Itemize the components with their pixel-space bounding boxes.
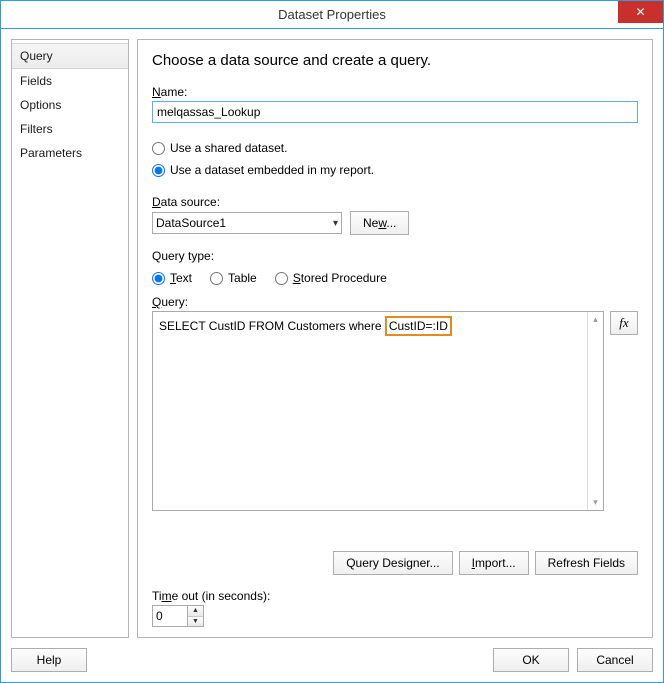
querytype-sp-input[interactable] — [275, 272, 288, 285]
datasource-dropdown[interactable]: DataSource1 ▾ — [152, 212, 342, 234]
timeout-label: Time out (in seconds): — [152, 589, 638, 603]
dialog-body: Query Fields Options Filters Parameters … — [1, 29, 663, 682]
sidebar-item-label: Query — [20, 49, 53, 63]
query-content: SELECT CustID FROM Customers where CustI… — [153, 312, 587, 510]
name-input[interactable] — [152, 101, 638, 123]
sidebar-item-options[interactable]: Options — [12, 93, 128, 117]
sidebar-item-label: Fields — [20, 74, 52, 88]
close-icon: ✕ — [635, 5, 645, 19]
query-label: Query: — [152, 295, 638, 309]
cancel-button[interactable]: Cancel — [577, 648, 653, 672]
spin-down-icon[interactable]: ▼ — [188, 617, 203, 627]
page-headline: Choose a data source and create a query. — [152, 52, 638, 69]
sidebar-item-fields[interactable]: Fields — [12, 69, 128, 93]
titlebar: Dataset Properties ✕ — [1, 1, 663, 29]
radio-embedded-dataset[interactable]: Use a dataset embedded in my report. — [152, 163, 638, 177]
dialog-window: Dataset Properties ✕ Query Fields Option… — [0, 0, 664, 683]
name-label: Name: — [152, 85, 638, 99]
chevron-down-icon: ▾ — [333, 218, 338, 229]
timeout-input[interactable] — [153, 606, 187, 626]
querytype-table-input[interactable] — [210, 272, 223, 285]
querytype-sp-label: Stored Procedure — [293, 271, 387, 285]
ok-button[interactable]: OK — [493, 648, 569, 672]
query-text-highlight: CustID=:ID — [385, 316, 452, 336]
sidebar-item-label: Options — [20, 98, 61, 112]
sidebar-item-label: Parameters — [20, 146, 82, 160]
spin-up-icon[interactable]: ▲ — [188, 606, 203, 617]
querytype-text-input[interactable] — [152, 272, 165, 285]
scroll-up-icon: ▴ — [593, 314, 598, 325]
query-textarea[interactable]: SELECT CustID FROM Customers where CustI… — [152, 311, 604, 511]
new-datasource-button[interactable]: New... — [350, 211, 409, 235]
main-panel: Choose a data source and create a query.… — [137, 39, 653, 638]
querytype-table-label: Table — [228, 271, 257, 285]
querytype-text[interactable]: Text — [152, 271, 192, 285]
radio-embedded-input[interactable] — [152, 164, 165, 177]
expression-button[interactable]: fx — [610, 311, 638, 335]
timeout-spinner[interactable]: ▲ ▼ — [152, 605, 204, 627]
sidebar-item-filters[interactable]: Filters — [12, 117, 128, 141]
datasource-value: DataSource1 — [156, 216, 226, 230]
dialog-footer: Help OK Cancel — [11, 648, 653, 672]
import-button[interactable]: Import... — [459, 551, 529, 575]
query-designer-button[interactable]: Query Designer... — [333, 551, 452, 575]
radio-embedded-label: Use a dataset embedded in my report. — [170, 163, 374, 177]
radio-shared-dataset[interactable]: Use a shared dataset. — [152, 141, 638, 155]
scroll-down-icon: ▾ — [593, 497, 598, 508]
querytype-label: Query type: — [152, 249, 638, 263]
radio-shared-input[interactable] — [152, 142, 165, 155]
sidebar-item-parameters[interactable]: Parameters — [12, 141, 128, 165]
query-text-pre: SELECT CustID FROM Customers where — [159, 319, 382, 333]
sidebar-item-label: Filters — [20, 122, 53, 136]
scrollbar[interactable]: ▴ ▾ — [587, 312, 603, 510]
radio-shared-label: Use a shared dataset. — [170, 141, 287, 155]
querytype-sp[interactable]: Stored Procedure — [275, 271, 387, 285]
refresh-fields-button[interactable]: Refresh Fields — [535, 551, 638, 575]
sidebar-item-query[interactable]: Query — [12, 43, 128, 69]
help-button[interactable]: Help — [11, 648, 87, 672]
querytype-table[interactable]: Table — [210, 271, 257, 285]
close-button[interactable]: ✕ — [618, 1, 663, 23]
querytype-text-label: Text — [170, 271, 192, 285]
window-title: Dataset Properties — [1, 7, 663, 22]
datasource-label: Data source: — [152, 195, 638, 209]
sidebar: Query Fields Options Filters Parameters — [11, 39, 129, 638]
